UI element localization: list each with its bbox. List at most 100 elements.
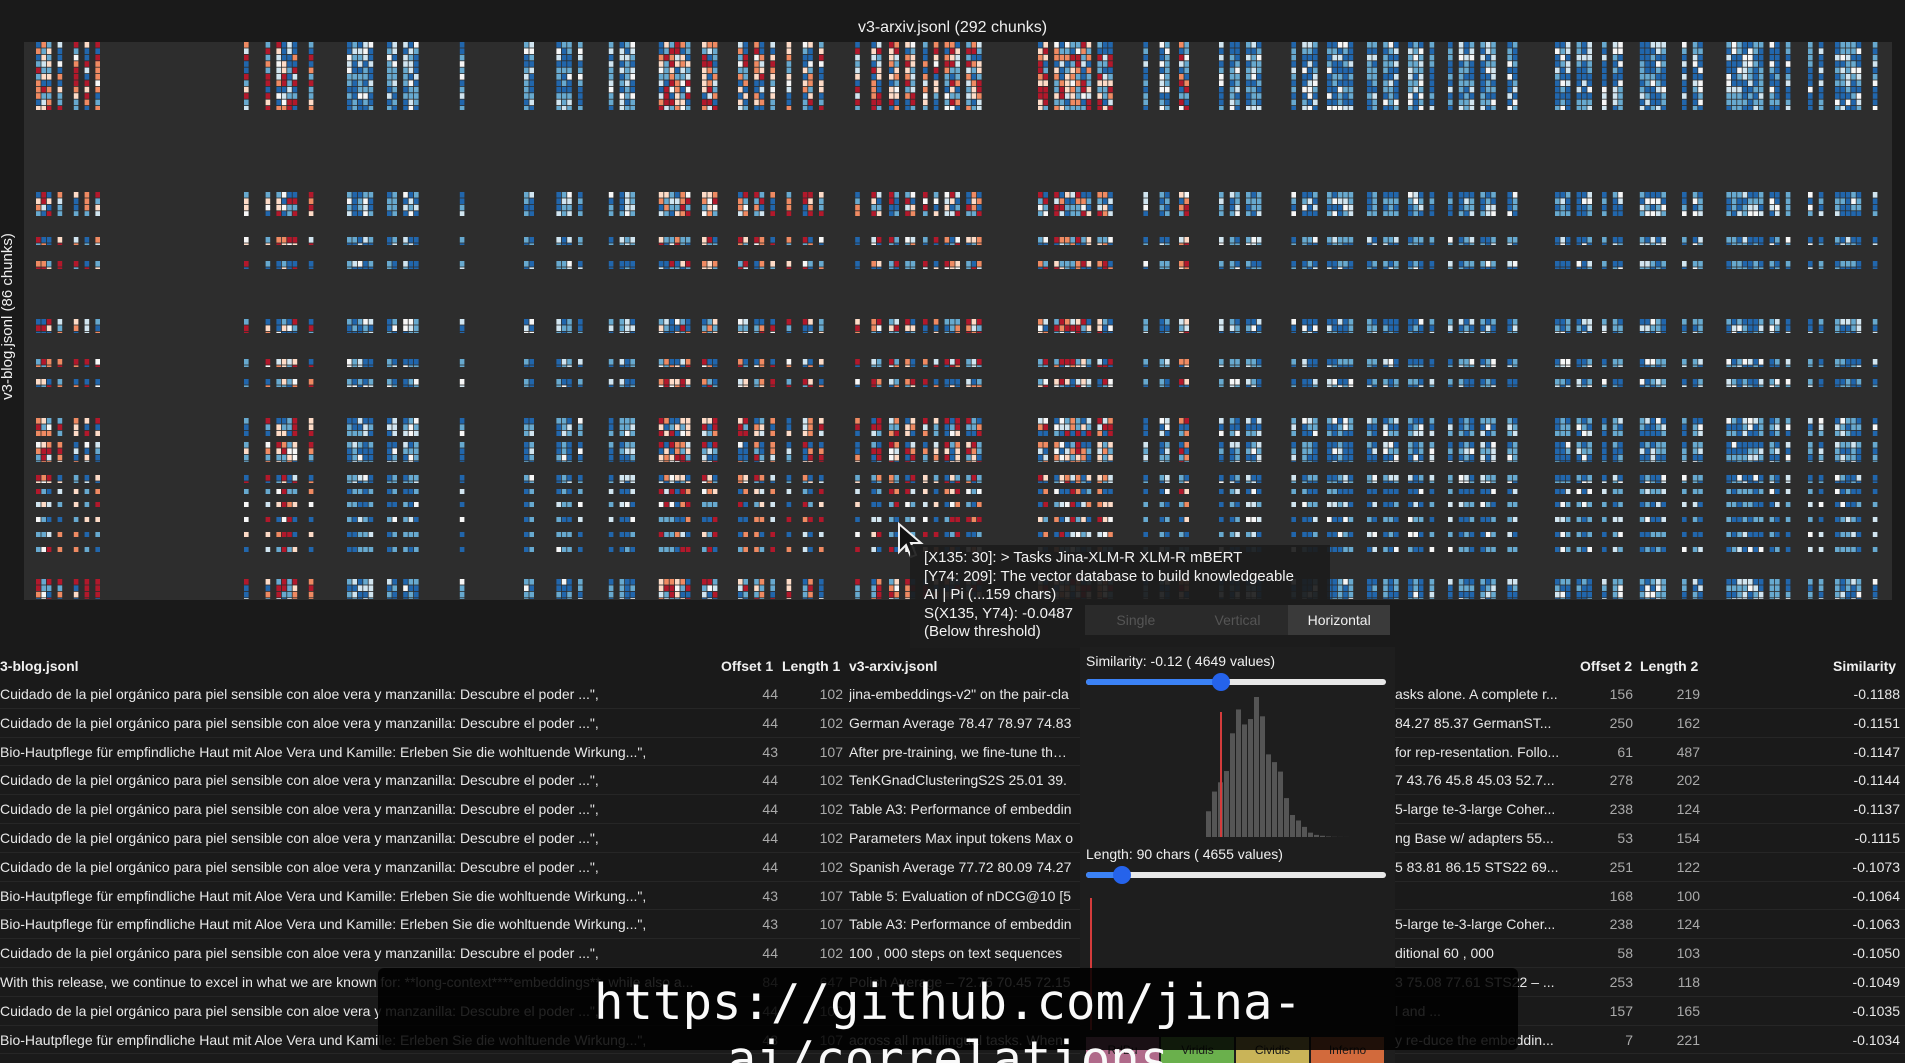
heatmap-cell	[276, 517, 281, 522]
heatmap-cell	[1307, 448, 1313, 454]
heatmap-cell	[347, 547, 352, 552]
heatmap-cell	[1256, 365, 1262, 367]
heatmap-cell	[625, 532, 630, 537]
heatmap-cell	[910, 489, 916, 494]
heatmap-cell	[658, 489, 664, 494]
heatmap-cell	[1337, 67, 1343, 74]
heatmap-cell	[1418, 74, 1424, 80]
heatmap-cell	[876, 86, 882, 93]
heatmap-cell	[876, 61, 882, 67]
heatmap-cell	[287, 591, 292, 598]
heatmap-cell	[352, 517, 357, 522]
heatmap-canvas[interactable]	[24, 42, 1892, 600]
heatmap-cell	[770, 379, 775, 385]
heatmap-cell	[664, 106, 669, 110]
heatmap-cell	[1413, 547, 1418, 552]
heatmap-cell	[1413, 418, 1418, 424]
heatmap-cell	[408, 80, 414, 86]
heatmap-cell	[1179, 93, 1184, 99]
heatmap-cell	[1408, 359, 1413, 365]
heatmap-cell	[368, 80, 374, 86]
heatmap-cell	[1097, 42, 1102, 48]
heatmap-cell	[1469, 192, 1475, 198]
heatmap-cell	[524, 204, 529, 211]
heatmap-cell	[1065, 198, 1070, 204]
heatmap-cell	[1070, 319, 1075, 325]
heatmap-cell	[561, 319, 567, 325]
heatmap-cell	[1065, 204, 1070, 211]
heatmap-cell	[738, 237, 743, 243]
heatmap-cell	[608, 319, 614, 325]
heatmap-cell	[894, 99, 899, 106]
heatmap-cell	[658, 481, 664, 483]
heatmap-cell	[244, 502, 249, 507]
heatmap-cell	[84, 319, 90, 325]
heatmap-cell	[1367, 454, 1372, 461]
heatmap-cell	[459, 454, 465, 461]
heatmap-cell	[408, 502, 414, 507]
heatmap-cell	[1307, 532, 1313, 537]
heatmap-cell	[1429, 585, 1435, 591]
heatmap-cell	[738, 430, 743, 436]
heatmap-cell	[625, 319, 630, 325]
heatmap-cell	[754, 198, 759, 204]
heatmap-cell	[1383, 448, 1388, 454]
heatmap-cell	[876, 365, 882, 367]
heatmap-cell	[1302, 243, 1307, 245]
heatmap-cell	[95, 80, 100, 86]
heatmap-cell	[524, 448, 529, 454]
heatmap-cell	[392, 61, 397, 67]
heatmap-cell	[387, 331, 392, 333]
heatmap-cell	[625, 489, 630, 494]
heatmap-cell	[1464, 430, 1469, 436]
similarity-heatmap[interactable]	[24, 42, 1892, 600]
heatmap-cell	[57, 532, 63, 537]
heatmap-cell	[1348, 106, 1354, 110]
heatmap-cell	[1097, 267, 1102, 269]
heatmap-cell	[608, 448, 614, 454]
heatmap-cell	[1458, 424, 1464, 430]
heatmap-cell	[1219, 489, 1224, 494]
heatmap-cell	[524, 48, 529, 54]
heatmap-cell	[712, 42, 718, 48]
heatmap-cell	[923, 325, 928, 331]
heatmap-cell	[685, 74, 691, 80]
heatmap-cell	[770, 261, 775, 267]
heatmap-cell	[712, 579, 718, 585]
heatmap-cell	[786, 359, 792, 365]
heatmap-cell	[287, 585, 292, 591]
heatmap-cell	[786, 61, 792, 67]
heatmap-cell	[923, 430, 928, 436]
heatmap-cell	[1302, 442, 1307, 448]
heatmap-cell	[1065, 442, 1070, 448]
heatmap-cell	[1388, 598, 1394, 599]
heatmap-cell	[1464, 532, 1469, 537]
heatmap-cell	[608, 80, 614, 86]
heatmap-cell	[73, 267, 79, 269]
heatmap-cell	[669, 48, 675, 54]
heatmap-cell	[1075, 365, 1081, 367]
heatmap-cell	[578, 424, 583, 430]
heatmap-cell	[1348, 319, 1354, 325]
heatmap-cell	[819, 489, 824, 494]
heatmap-cell	[1367, 54, 1372, 61]
heatmap-cell	[567, 211, 572, 216]
heatmap-cell	[1059, 319, 1065, 325]
heatmap-cell	[712, 99, 718, 106]
heatmap-cell	[1332, 502, 1337, 507]
heatmap-cell	[905, 325, 910, 331]
heatmap-cell	[1448, 93, 1453, 99]
heatmap-cell	[1307, 48, 1313, 54]
heatmap-cell	[287, 237, 292, 243]
heatmap-cell	[363, 204, 368, 211]
heatmap-cell	[1413, 267, 1418, 269]
heatmap-cell	[971, 359, 977, 365]
heatmap-cell	[387, 475, 392, 481]
heatmap-cell	[84, 385, 90, 387]
heatmap-cell	[712, 598, 718, 599]
heatmap-cell	[685, 261, 691, 267]
heatmap-cell	[889, 598, 894, 599]
heatmap-cell	[567, 489, 572, 494]
heatmap-cell	[664, 80, 669, 86]
heatmap-cell	[894, 54, 899, 61]
